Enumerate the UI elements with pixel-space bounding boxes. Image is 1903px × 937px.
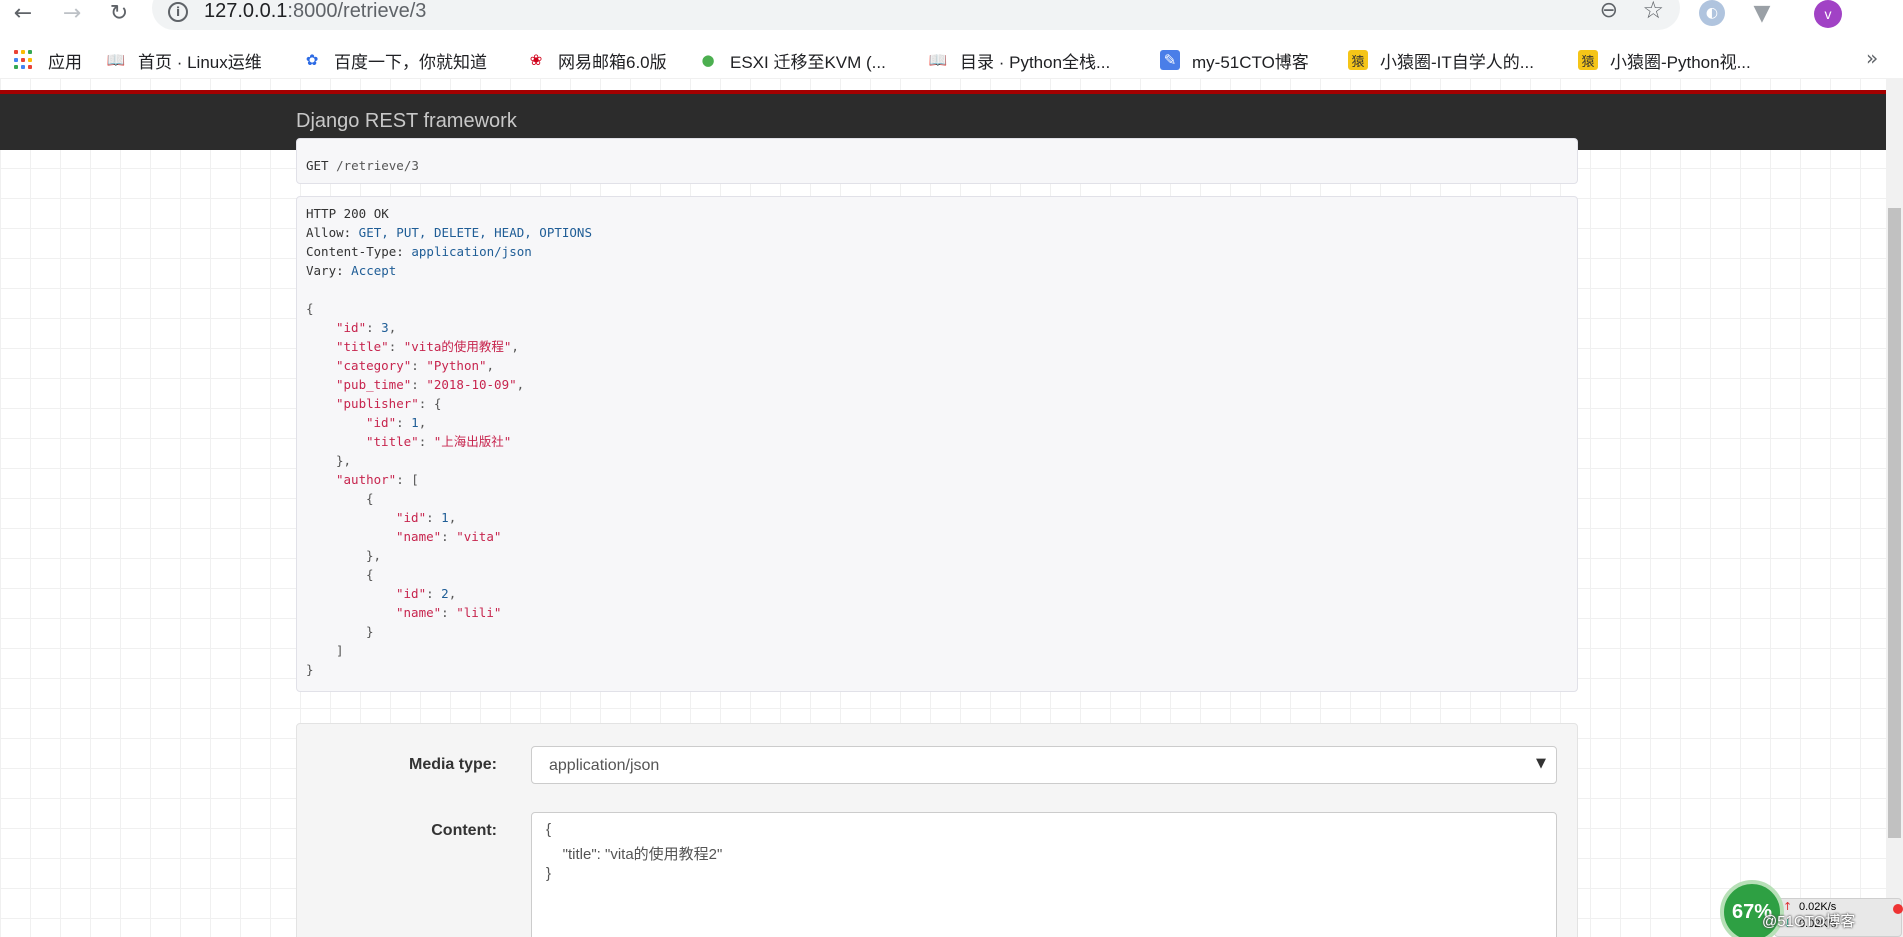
back-icon[interactable]: ← [8, 0, 38, 26]
url-host: 127.0.0.1 [204, 0, 288, 22]
notification-dot [1893, 904, 1903, 914]
json-author-2-id: "id": 2, [396, 586, 457, 601]
bookmark-yuanquan-python[interactable]: 猿 小猿圈-Python视... [1578, 48, 1751, 72]
content-label: Content: [431, 822, 497, 839]
star-icon[interactable]: ☆ [1642, 0, 1664, 24]
json-author-2-name: "name": "lili" [396, 605, 502, 620]
page-scrollbar[interactable] [1886, 78, 1903, 937]
forward-icon[interactable]: → [57, 0, 87, 26]
json-author-1-name: "name": "vita" [396, 529, 502, 544]
bookmarks-more-icon[interactable]: » [1866, 46, 1878, 70]
zoom-icon[interactable]: ⊖ [1600, 0, 1618, 23]
bookmark-label: 小猿圈-IT自学人的... [1380, 52, 1534, 72]
browser-toolbar: ← → ↻ i 127.0.0.1:8000/retrieve/3 ⊖ ☆ ◐ … [0, 0, 1903, 42]
apps-icon [14, 50, 34, 70]
book-icon: 📖 [928, 51, 948, 69]
baidu-icon: ✿ [305, 51, 319, 69]
content-textarea[interactable]: { "title": "vita的使用教程2" } [531, 812, 1557, 937]
bookmark-label: 百度一下，你就知道 [334, 52, 487, 72]
bookmarks-bar: 应用 📖 首页 · Linux运维 ✿ 百度一下，你就知道 ❀ 网易邮箱6.0版… [0, 42, 1903, 78]
json-pub-time: "pub_time": "2018-10-09", [336, 377, 525, 392]
json-author-2-close: } [366, 624, 374, 639]
json-author: "author": [ [336, 472, 419, 487]
caret-down-icon: ▼ [1536, 756, 1546, 771]
page-viewport: Django REST framework GET /retrieve/3 HT… [0, 78, 1886, 937]
bookmark-esxi[interactable]: ● ESXI 迁移至KVM (... [698, 48, 886, 72]
scrollbar-thumb[interactable] [1888, 208, 1901, 838]
vue-extension-icon[interactable]: ▼ [1749, 0, 1775, 26]
netease-icon: ❀ [529, 51, 543, 69]
bookmark-51cto[interactable]: ✎ my-51CTO博客 [1160, 48, 1309, 72]
avatar[interactable]: v [1814, 0, 1842, 28]
content-line: { [546, 821, 552, 838]
raw-data-form: Media type: application/json ▼ Content: … [296, 723, 1578, 937]
brand-link[interactable]: Django REST framework [296, 110, 517, 133]
json-author-1-close: }, [366, 548, 382, 563]
yuan-icon: 猿 [1578, 50, 1598, 70]
json-publisher-close: }, [336, 453, 352, 468]
url-path: :8000/retrieve/3 [287, 0, 427, 22]
content-line: "title": "vita的使用教程2" [546, 846, 723, 863]
book-icon: 📖 [106, 51, 126, 69]
request-method: GET [306, 158, 329, 173]
media-type-value: application/json [549, 757, 660, 774]
bookmark-label: 应用 [48, 52, 82, 72]
bookmark-label: 网易邮箱6.0版 [558, 52, 667, 72]
header-vary: Vary: Accept [306, 263, 397, 278]
json-id: "id": 3, [336, 320, 397, 335]
json-category: "category": "Python", [336, 358, 495, 373]
bookmark-linux[interactable]: 📖 首页 · Linux运维 [106, 48, 262, 72]
bookmark-label: 小猿圈-Python视... [1610, 52, 1751, 72]
media-type-select[interactable]: application/json ▼ [531, 746, 1557, 784]
extension-icon[interactable]: ◐ [1699, 0, 1725, 26]
header-allow: Allow: GET, PUT, DELETE, HEAD, OPTIONS [306, 225, 592, 240]
json-publisher: "publisher": { [336, 396, 442, 411]
frog-icon: ● [701, 51, 715, 69]
json-title: "title": "vita的使用教程", [336, 339, 519, 354]
content-line: } [546, 865, 552, 882]
yuan-icon: 猿 [1348, 50, 1368, 70]
header-content-type: Content-Type: application/json [306, 244, 532, 259]
json-author-close: ] [336, 643, 344, 658]
request-path: /retrieve/3 [328, 158, 419, 173]
bookmark-baidu[interactable]: ✿ 百度一下，你就知道 [302, 48, 487, 72]
reload-icon[interactable]: ↻ [104, 0, 134, 26]
json-publisher-id: "id": 1, [366, 415, 427, 430]
json-author-2-open: { [366, 567, 374, 582]
bookmark-netease[interactable]: ❀ 网易邮箱6.0版 [526, 48, 667, 72]
request-line: GET /retrieve/3 [306, 158, 419, 173]
info-icon[interactable]: i [168, 2, 188, 22]
bookmark-apps[interactable]: 应用 [14, 48, 82, 72]
bookmark-label: ESXI 迁移至KVM (... [730, 52, 886, 72]
json-author-1-id: "id": 1, [396, 510, 457, 525]
json-close-brace: } [306, 662, 314, 677]
bookmark-label: 目录 · Python全栈... [960, 52, 1111, 72]
json-open-brace: { [306, 301, 314, 316]
bookmark-label: my-51CTO博客 [1192, 52, 1309, 72]
bookmark-python[interactable]: 📖 目录 · Python全栈... [928, 48, 1111, 72]
response-info: HTTP 200 OK Allow: GET, PUT, DELETE, HEA… [296, 196, 1578, 692]
json-author-1-open: { [366, 491, 374, 506]
json-publisher-title: "title": "上海出版社" [366, 434, 512, 449]
media-type-label: Media type: [408, 756, 497, 773]
address-bar[interactable]: i 127.0.0.1:8000/retrieve/3 ⊖ ☆ [152, 0, 1680, 30]
bookmark-yuanquan-it[interactable]: 猿 小猿圈-IT自学人的... [1348, 48, 1534, 72]
url-text[interactable]: 127.0.0.1:8000/retrieve/3 [204, 0, 426, 23]
watermark: @51CTO博客 [1762, 913, 1856, 930]
pen-icon: ✎ [1160, 50, 1180, 70]
request-info: GET /retrieve/3 [296, 138, 1578, 184]
bookmark-label: 首页 · Linux运维 [138, 52, 262, 72]
response-status: HTTP 200 OK [306, 206, 389, 221]
